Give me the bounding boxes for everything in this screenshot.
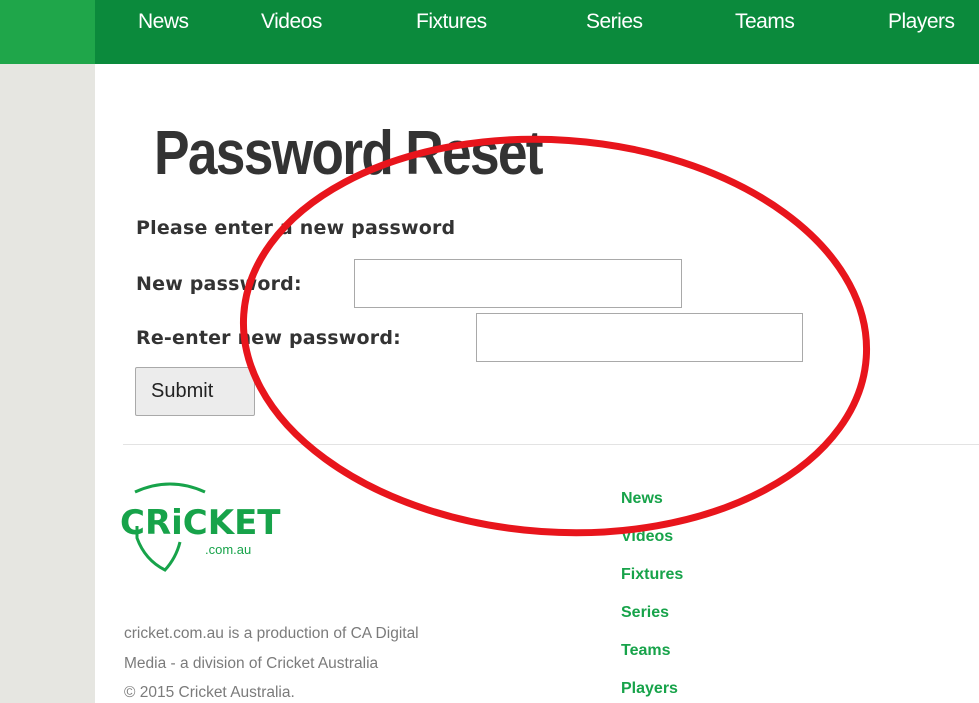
- nav-link-videos[interactable]: Videos: [261, 10, 322, 34]
- footer-link-players[interactable]: Players: [621, 680, 678, 698]
- footer-link-videos[interactable]: Videos: [621, 528, 673, 546]
- reenter-password-label: Re-enter new password:: [136, 327, 401, 349]
- left-gutter: [0, 0, 95, 703]
- footer-about-line-2: Media - a division of Cricket Australia: [124, 655, 379, 672]
- footer-link-news[interactable]: News: [621, 490, 663, 508]
- footer-divider: [123, 444, 979, 445]
- footer-link-series[interactable]: Series: [621, 604, 669, 622]
- reenter-password-input[interactable]: [476, 313, 803, 362]
- nav-link-teams[interactable]: Teams: [735, 10, 795, 34]
- logo-arc-icon: [134, 482, 206, 494]
- top-navigation: News Videos Fixtures Series Teams Player…: [95, 0, 979, 64]
- page-title: Password Reset: [154, 119, 544, 188]
- submit-button[interactable]: Submit: [135, 367, 255, 416]
- nav-link-news[interactable]: News: [138, 10, 189, 34]
- new-password-label: New password:: [136, 273, 302, 295]
- nav-left-accent: [0, 0, 95, 64]
- nav-link-fixtures[interactable]: Fixtures: [416, 10, 487, 34]
- footer-link-fixtures[interactable]: Fixtures: [621, 566, 683, 584]
- footer-about-line-1: cricket.com.au is a production of CA Dig…: [124, 625, 419, 642]
- nav-link-players[interactable]: Players: [888, 10, 955, 34]
- new-password-input[interactable]: [354, 259, 682, 308]
- cricket-logo[interactable]: CRiCKET .com.au: [110, 478, 290, 576]
- logo-wordmark: CRiCKET: [120, 503, 281, 543]
- footer-copyright: © 2015 Cricket Australia.: [124, 684, 295, 701]
- footer-link-teams[interactable]: Teams: [621, 642, 671, 660]
- instruction-text: Please enter a new password: [136, 217, 456, 239]
- nav-link-series[interactable]: Series: [586, 10, 643, 34]
- logo-domain: .com.au: [205, 542, 251, 557]
